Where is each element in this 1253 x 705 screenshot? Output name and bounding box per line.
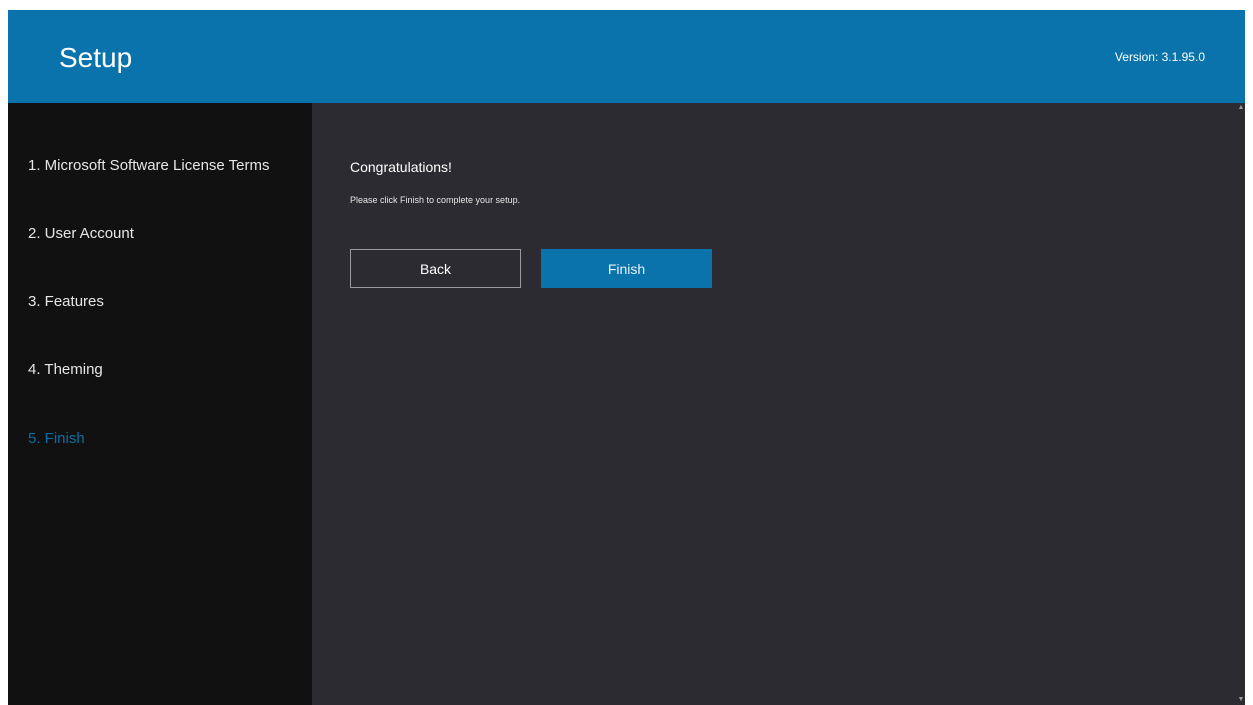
back-button[interactable]: Back (350, 249, 521, 288)
sidebar-item-features[interactable]: 3. Features (28, 292, 104, 312)
app-header: Setup Version: 3.1.95.0 (8, 10, 1245, 103)
page-description: Please click Finish to complete your set… (350, 195, 521, 205)
main-content: Congratulations! Please click Finish to … (312, 103, 1245, 705)
sidebar-item-user-account[interactable]: 2. User Account (28, 224, 134, 244)
sidebar-item-theming[interactable]: 4. Theming (28, 360, 103, 380)
vertical-scrollbar[interactable]: ▲ ▼ (1237, 103, 1245, 705)
chevron-up-icon[interactable]: ▲ (1237, 103, 1245, 113)
version-label: Version: 3.1.95.0 (1114, 50, 1205, 64)
page-title: Congratulations! (350, 159, 452, 175)
finish-button[interactable]: Finish (541, 249, 712, 288)
sidebar-item-finish[interactable]: 5. Finish (28, 429, 85, 449)
setup-window: Setup Version: 3.1.95.0 1. Microsoft Sof… (8, 10, 1245, 705)
app-title: Setup (59, 42, 133, 73)
chevron-down-icon[interactable]: ▼ (1237, 695, 1245, 705)
steps-sidebar: 1. Microsoft Software License Terms 2. U… (8, 103, 312, 705)
sidebar-item-license-terms[interactable]: 1. Microsoft Software License Terms (28, 156, 269, 176)
